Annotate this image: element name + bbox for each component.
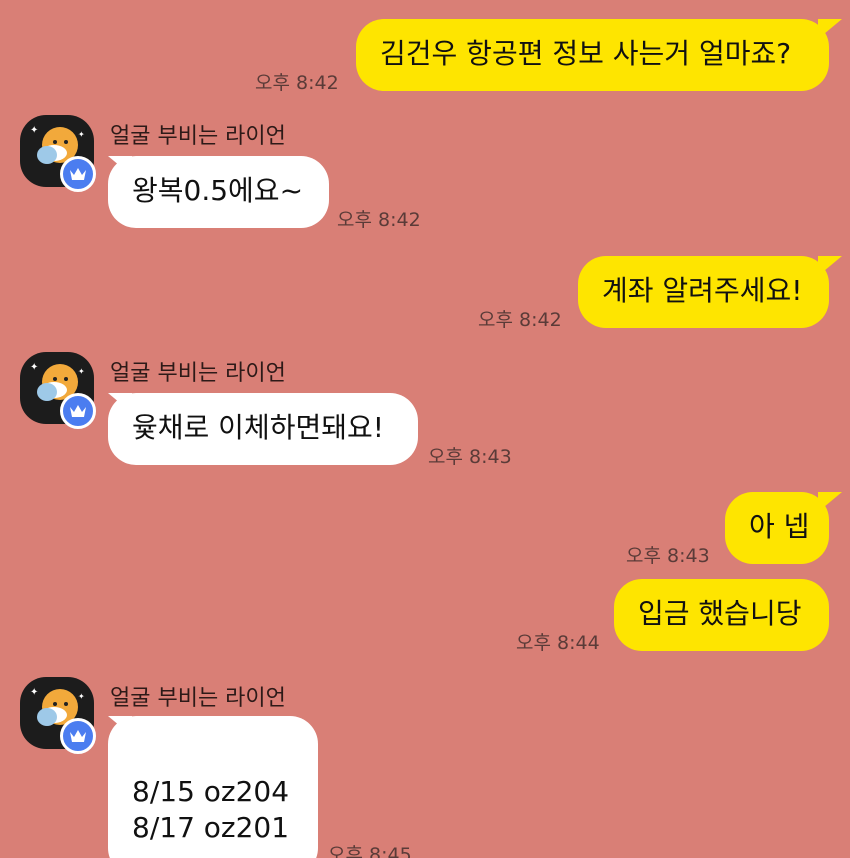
message-time: 오후 8:42	[478, 309, 562, 331]
message-time: 오후 8:43	[626, 545, 710, 567]
crown-badge	[60, 393, 96, 429]
message-text: 아 넵	[749, 510, 810, 543]
bubble-tail	[108, 716, 132, 736]
bubble-tail	[108, 393, 132, 413]
svg-text:✦: ✦	[78, 130, 85, 139]
message-time: 오후 8:42	[255, 72, 339, 94]
message-time: 오후 8:43	[428, 446, 512, 468]
my-message-bubble[interactable]: 김건우 항공편 정보 사는거 얼마죠?	[356, 19, 829, 91]
my-message-bubble[interactable]: 입금 했습니당	[614, 579, 829, 651]
their-message-bubble[interactable]: 8/15 oz204 8/17 oz201	[108, 716, 318, 858]
message-time: 오후 8:44	[516, 632, 600, 654]
sender-name: 얼굴 부비는 라이언	[110, 124, 286, 149]
message-text: 입금 했습니당	[638, 597, 802, 630]
chat-area[interactable]: 김건우 항공편 정보 사는거 얼마죠? 오후 8:42 ✦ ✦ 얼굴 부비는 라…	[0, 0, 850, 858]
crown-badge	[60, 156, 96, 192]
sender-avatar[interactable]: ✦ ✦	[20, 115, 96, 192]
sender-name: 얼굴 부비는 라이언	[110, 361, 286, 386]
their-message-bubble[interactable]: 윷채로 이체하면돼요!	[108, 393, 418, 465]
svg-text:✦: ✦	[30, 362, 38, 373]
message-text: 윷채로 이체하면돼요!	[132, 411, 384, 444]
sender-avatar[interactable]: ✦ ✦	[20, 677, 96, 754]
message-line: 8/17 oz201	[132, 811, 290, 844]
message-time: 오후 8:45	[328, 844, 412, 858]
svg-text:✦: ✦	[30, 687, 38, 698]
message-line: 8/15 oz204	[132, 775, 290, 808]
crown-icon	[70, 405, 86, 417]
svg-text:✦: ✦	[78, 692, 85, 701]
svg-text:✦: ✦	[78, 367, 85, 376]
message-text: 계좌 알려주세요!	[602, 274, 803, 307]
their-message-bubble[interactable]: 왕복0.5에요~	[108, 156, 329, 228]
bubble-tail	[108, 156, 132, 176]
svg-text:✦: ✦	[30, 125, 38, 136]
crown-badge	[60, 718, 96, 754]
crown-icon	[70, 730, 86, 742]
sender-name: 얼굴 부비는 라이언	[110, 686, 286, 711]
crown-icon	[70, 168, 86, 180]
message-time: 오후 8:42	[337, 209, 421, 231]
message-text: 왕복0.5에요~	[132, 174, 304, 207]
sender-avatar[interactable]: ✦ ✦	[20, 352, 96, 429]
message-text: 김건우 항공편 정보 사는거 얼마죠?	[380, 37, 792, 70]
my-message-bubble[interactable]: 아 넵	[725, 492, 829, 564]
bubble-tail	[818, 256, 842, 276]
bubble-tail	[818, 492, 842, 512]
my-message-bubble[interactable]: 계좌 알려주세요!	[578, 256, 829, 328]
bubble-tail	[818, 19, 842, 39]
